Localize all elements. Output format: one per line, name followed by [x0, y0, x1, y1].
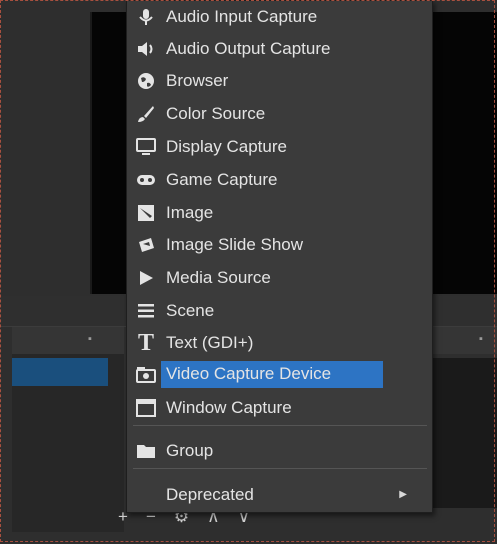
slideshow-icon — [135, 235, 157, 255]
menu-item-label: Audio Input Capture — [166, 6, 318, 26]
menu-item-scene[interactable]: Scene — [131, 295, 429, 326]
globe-icon — [135, 71, 157, 91]
folder-icon — [135, 441, 157, 461]
menu-item-group[interactable]: Group — [131, 435, 429, 466]
menu-item-label: Audio Output Capture — [166, 38, 331, 58]
image-icon — [135, 203, 157, 223]
menu-item-image[interactable]: Image — [131, 197, 429, 228]
menu-item-browser[interactable]: Browser — [131, 65, 429, 96]
menu-separator — [133, 425, 427, 426]
menu-item-color-source[interactable]: Color Source — [131, 98, 429, 129]
mixer-dock-header — [432, 327, 497, 354]
preview-edge — [90, 12, 92, 294]
menu-item-image-slide-show[interactable]: Image Slide Show — [131, 229, 429, 260]
add-source-menu: Audio Input Capture Audio Output Capture… — [126, 0, 433, 513]
list-icon — [135, 301, 157, 321]
menu-item-video-capture-device[interactable]: Video Capture Device — [131, 359, 429, 390]
monitor-icon — [135, 137, 157, 157]
menu-item-label: Browser — [166, 70, 229, 90]
submenu-arrow-icon: ▶ — [399, 489, 407, 500]
selected-scene-row[interactable] — [12, 358, 108, 386]
menu-item-label: Window Capture — [166, 397, 292, 417]
camera-icon — [135, 365, 157, 385]
menu-item-label: Display Capture — [166, 136, 287, 156]
menu-item-label: Text (GDI+) — [166, 332, 254, 352]
dock-float-icon-right[interactable]: ▪ — [479, 333, 483, 345]
menu-item-label: Video Capture Device — [161, 361, 384, 388]
menu-item-label: Image Slide Show — [166, 234, 304, 254]
menu-item-label: Deprecated — [166, 484, 254, 504]
menu-item-display-capture[interactable]: Display Capture — [131, 131, 429, 162]
menu-item-label: Image — [166, 202, 214, 222]
menu-separator — [133, 468, 427, 469]
mixer-dock — [432, 358, 497, 508]
menu-item-audio-input-capture[interactable]: Audio Input Capture — [131, 1, 429, 32]
menu-item-label: Color Source — [166, 103, 266, 123]
menu-item-text-gdi[interactable]: T Text (GDI+) — [131, 327, 429, 358]
menu-item-label: Scene — [166, 300, 215, 320]
dock-float-icon[interactable]: ▪ — [88, 333, 92, 345]
menu-item-label: Media Source — [166, 267, 271, 287]
paintbrush-icon — [135, 104, 157, 124]
menu-item-deprecated[interactable]: Deprecated ▶ — [131, 479, 429, 510]
microphone-icon — [135, 7, 157, 27]
menu-item-label: Game Capture — [166, 169, 278, 189]
text-icon: T — [137, 329, 154, 356]
menu-item-media-source[interactable]: Media Source — [131, 262, 429, 293]
menu-item-label: Group — [166, 440, 214, 460]
speaker-icon — [135, 39, 157, 59]
play-icon — [135, 268, 157, 288]
menu-item-game-capture[interactable]: Game Capture — [131, 164, 429, 195]
gamepad-icon — [135, 170, 157, 190]
scenes-dock-header — [12, 327, 124, 354]
menu-item-window-capture[interactable]: Window Capture — [131, 392, 429, 423]
menu-item-audio-output-capture[interactable]: Audio Output Capture — [131, 33, 429, 64]
window-icon — [135, 398, 157, 418]
